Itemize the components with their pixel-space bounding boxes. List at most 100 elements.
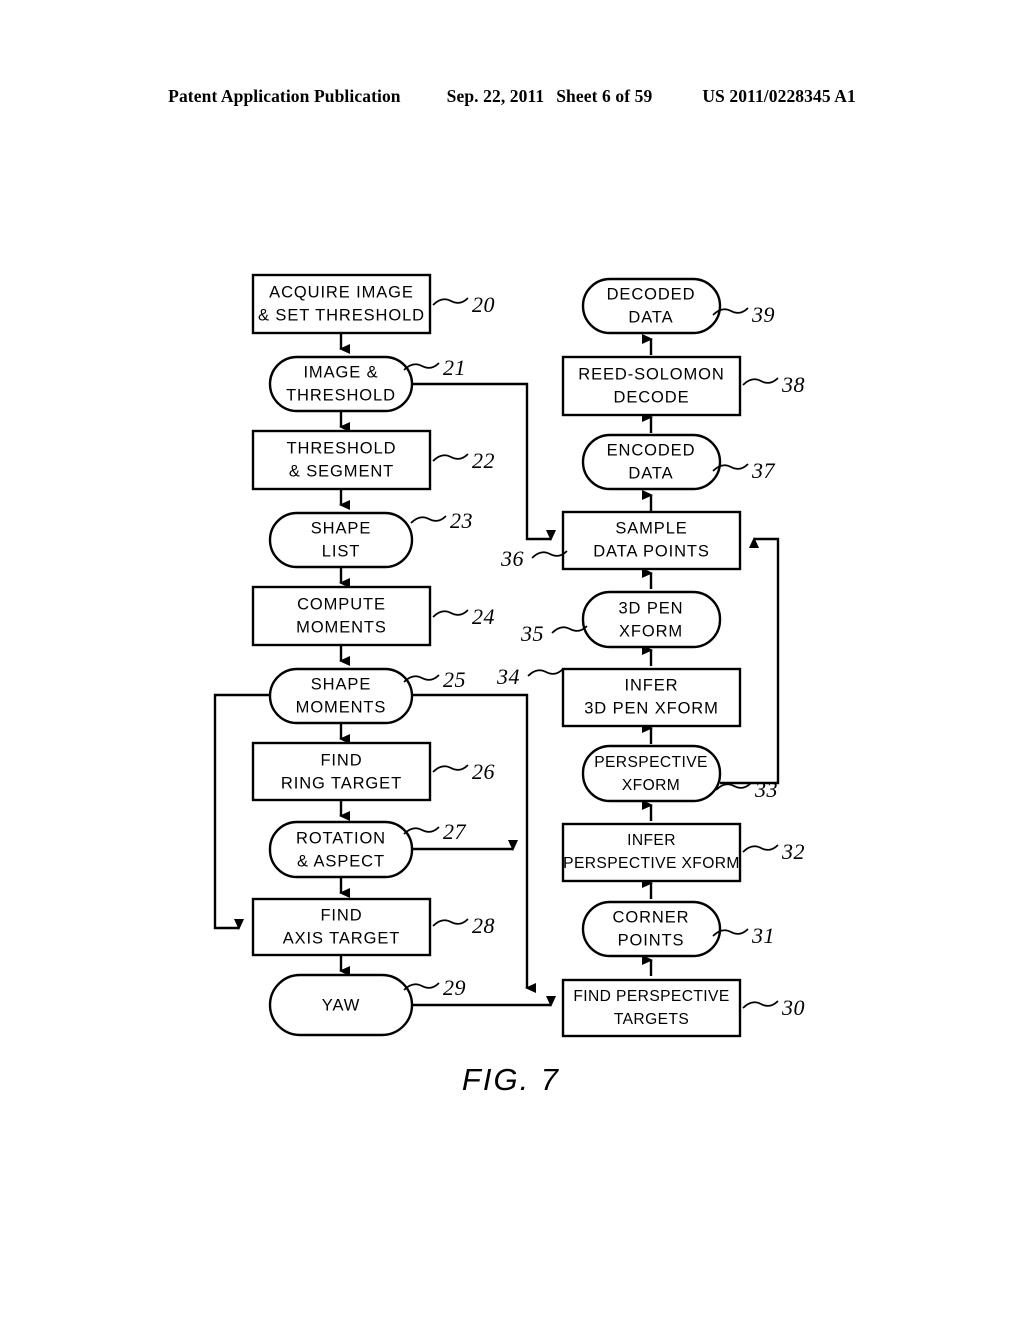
ref-label-34: 34	[496, 664, 564, 689]
ref-number-33: 33	[754, 777, 778, 802]
node-37-line-1: ENCODED	[607, 441, 696, 459]
node-decoded-data: DECODED DATA	[581, 277, 722, 335]
node-22-line-2: & SEGMENT	[289, 462, 394, 480]
node-30-line-2: TARGETS	[614, 1011, 689, 1028]
node-35-line-2: XFORM	[619, 622, 683, 640]
node-26-line-1: FIND	[320, 751, 362, 769]
ref-label-23: 23	[410, 508, 473, 533]
ref-label-28: 28	[432, 913, 495, 938]
ref-number-24: 24	[472, 604, 495, 629]
ref-label-22: 22	[432, 448, 495, 473]
node-23-line-1: SHAPE	[311, 519, 371, 537]
node-perspective-xform: PERSPECTIVE XFORM	[581, 744, 722, 803]
ref-number-35: 35	[520, 621, 544, 646]
ref-label-20: 20	[432, 292, 495, 317]
node-35-line-1: 3D PEN	[618, 599, 683, 617]
node-threshold-segment: THRESHOLD & SEGMENT	[251, 429, 432, 491]
node-find-perspective-targets: FIND PERSPECTIVE TARGETS	[561, 978, 742, 1038]
ref-number-26: 26	[472, 759, 495, 784]
ref-number-30: 30	[781, 995, 805, 1020]
node-corner-points: CORNER POINTS	[581, 900, 722, 958]
connector-25-to-28	[213, 693, 270, 930]
ref-number-25: 25	[443, 667, 466, 692]
ref-number-32: 32	[781, 839, 805, 864]
node-27-line-2: & ASPECT	[297, 852, 385, 870]
node-20-line-2: & SET THRESHOLD	[258, 306, 425, 324]
node-23-line-2: LIST	[322, 542, 360, 560]
node-38-line-2: DECODE	[614, 388, 690, 406]
ref-number-20: 20	[472, 292, 495, 317]
ref-label-27: 27	[403, 819, 467, 844]
node-39-line-1: DECODED	[607, 285, 696, 303]
ref-number-27: 27	[443, 819, 467, 844]
ref-number-39: 39	[751, 302, 775, 327]
ref-number-22: 22	[472, 448, 495, 473]
node-39-line-2: DATA	[628, 308, 673, 326]
ref-label-21: 21	[403, 355, 466, 380]
node-encoded-data: ENCODED DATA	[581, 433, 722, 491]
ref-number-23: 23	[450, 508, 473, 533]
ref-number-29: 29	[443, 975, 466, 1000]
node-find-axis-target: FIND AXIS TARGET	[251, 897, 432, 957]
ref-number-28: 28	[472, 913, 495, 938]
ref-label-36: 36	[500, 546, 568, 571]
figure-caption: FIG. 7	[462, 1062, 560, 1097]
node-29-line-1: YAW	[322, 996, 360, 1014]
node-26-line-2: RING TARGET	[281, 774, 402, 792]
node-find-ring-target: FIND RING TARGET	[251, 741, 432, 802]
ref-label-32: 32	[742, 839, 805, 864]
node-31-line-1: CORNER	[613, 908, 690, 926]
node-sample-data-points: SAMPLE DATA POINTS	[561, 510, 742, 571]
ref-label-24: 24	[432, 604, 495, 629]
ref-number-38: 38	[781, 372, 805, 397]
node-rotation-aspect: ROTATION & ASPECT	[268, 820, 414, 879]
ref-label-35: 35	[520, 621, 588, 646]
node-33-line-2: XFORM	[622, 777, 680, 794]
node-37-line-2: DATA	[628, 464, 673, 482]
ref-label-39: 39	[712, 302, 775, 327]
ref-label-38: 38	[742, 372, 805, 397]
node-36-line-2: DATA POINTS	[593, 542, 710, 560]
ref-label-31: 31	[712, 923, 775, 948]
node-38-line-1: REED-SOLOMON	[578, 365, 724, 383]
node-27-line-1: ROTATION	[296, 829, 386, 847]
node-32-line-2: PERSPECTIVE XFORM	[563, 855, 740, 872]
node-22-line-1: THRESHOLD	[287, 439, 397, 457]
node-image-threshold: IMAGE & THRESHOLD	[268, 355, 414, 413]
node-28-line-2: AXIS TARGET	[283, 929, 400, 947]
node-21-line-1: IMAGE &	[303, 363, 378, 381]
ref-number-21: 21	[443, 355, 466, 380]
node-32-line-1: INFER	[627, 832, 676, 849]
node-reed-solomon-decode: REED-SOLOMON DECODE	[561, 355, 742, 417]
ref-label-29: 29	[403, 975, 466, 1000]
connector-33-to-36	[720, 537, 780, 785]
node-34-line-2: 3D PEN XFORM	[584, 699, 719, 717]
ref-label-33: 33	[715, 777, 778, 802]
node-shape-list: SHAPE LIST	[268, 511, 414, 569]
ref-label-26: 26	[432, 759, 495, 784]
node-21-line-2: THRESHOLD	[286, 386, 396, 404]
node-compute-moments: COMPUTE MOMENTS	[251, 585, 432, 647]
node-infer-3d-pen-xform: INFER 3D PEN XFORM	[561, 667, 742, 728]
ref-label-30: 30	[742, 995, 805, 1020]
node-31-line-2: POINTS	[618, 931, 685, 949]
node-34-line-1: INFER	[625, 676, 679, 694]
node-30-line-1: FIND PERSPECTIVE	[573, 988, 729, 1005]
node-25-line-2: MOMENTS	[296, 698, 387, 716]
node-yaw: YAW	[268, 973, 414, 1037]
node-acquire-image-set-threshold: ACQUIRE IMAGE & SET THRESHOLD	[251, 273, 432, 335]
node-24-line-2: MOMENTS	[296, 618, 387, 636]
node-shape-moments: SHAPE MOMENTS	[268, 667, 414, 725]
node-25-line-1: SHAPE	[311, 675, 371, 693]
ref-number-34: 34	[496, 664, 520, 689]
patent-drawing-page: Patent Application Publication Sep. 22, …	[0, 0, 1024, 1320]
node-20-line-1: ACQUIRE IMAGE	[269, 283, 414, 301]
ref-label-37: 37	[712, 458, 776, 483]
node-28-line-1: FIND	[320, 906, 362, 924]
node-33-line-1: PERSPECTIVE	[594, 754, 708, 771]
node-36-line-1: SAMPLE	[615, 519, 687, 537]
ref-number-36: 36	[500, 546, 524, 571]
ref-number-37: 37	[751, 458, 776, 483]
node-infer-perspective-xform: INFER PERSPECTIVE XFORM	[561, 822, 742, 883]
node-24-line-1: COMPUTE	[297, 595, 386, 613]
